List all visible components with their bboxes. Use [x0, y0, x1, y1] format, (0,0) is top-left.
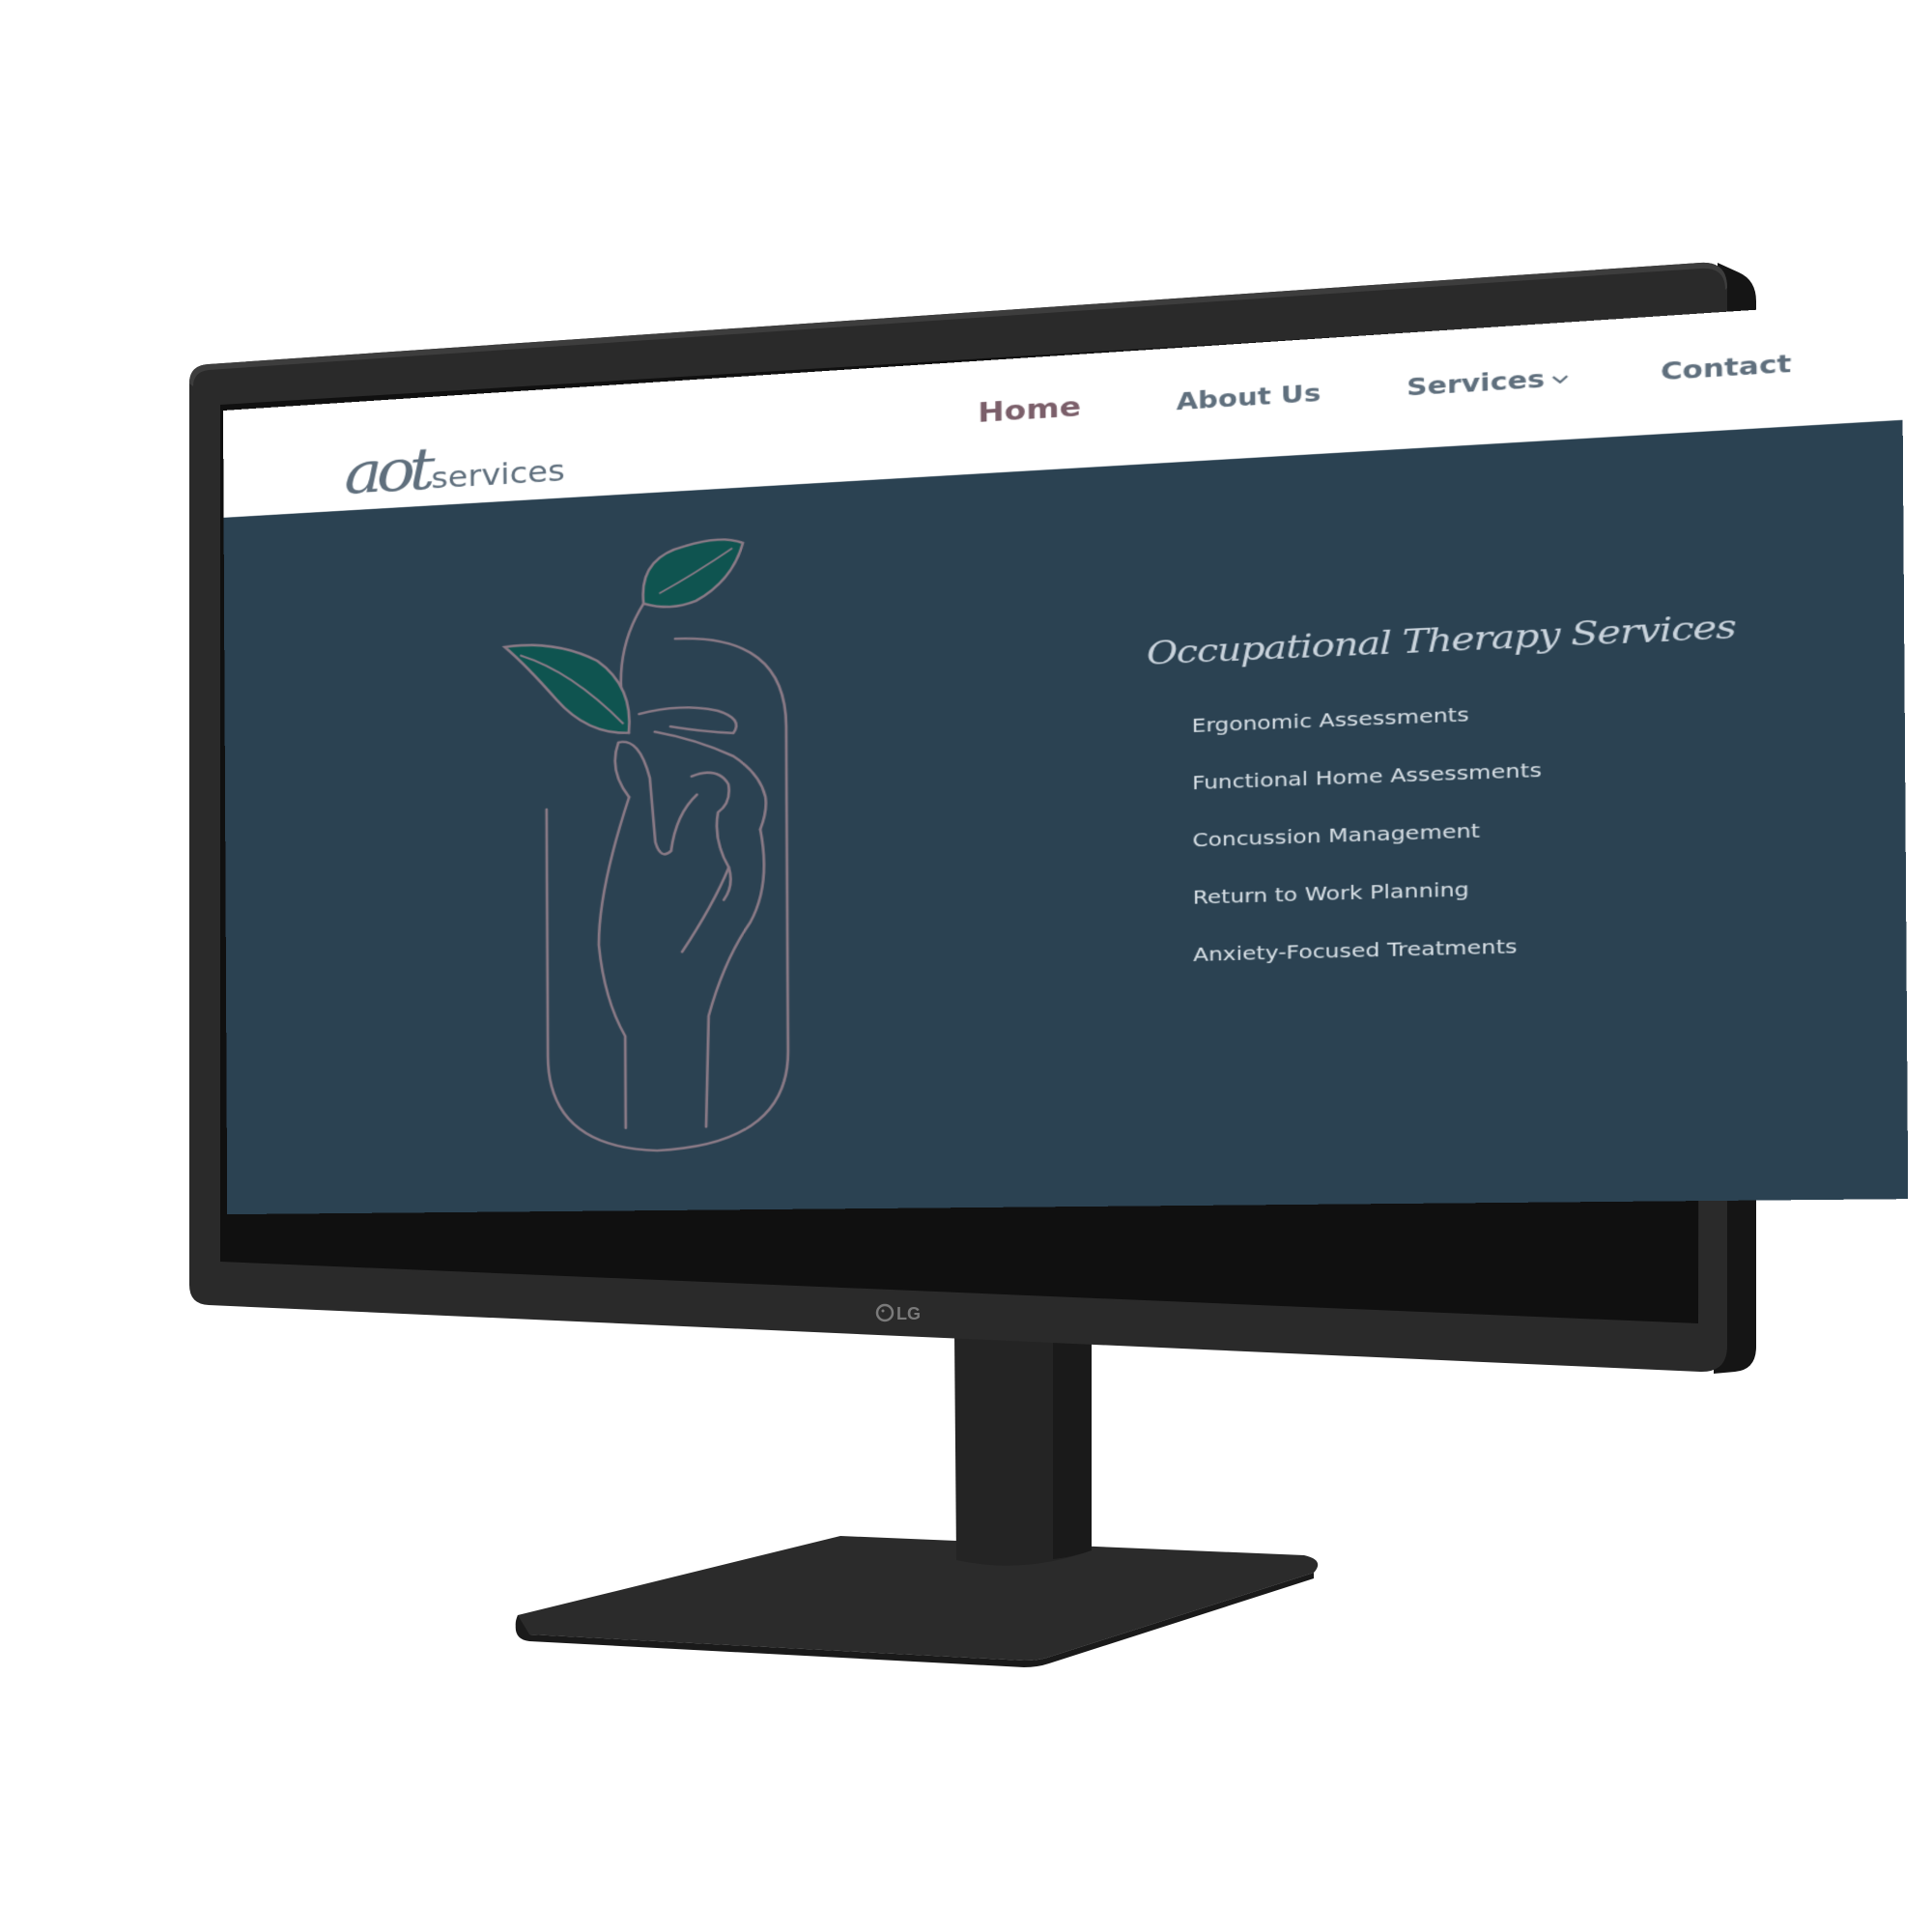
hand-outline	[615, 740, 671, 856]
hand-palm	[670, 793, 729, 952]
nav-about-link[interactable]: About Us	[1177, 379, 1321, 415]
monitor-mockup: LG aot services Home About Us Services C…	[0, 0, 1932, 1932]
service-item-concussion[interactable]: Concussion Management	[1192, 816, 1542, 886]
nav-services-label: Services	[1406, 364, 1546, 402]
monitor-brand-label: LG	[896, 1304, 921, 1323]
hero-title: Occupational Therapy Services	[1146, 607, 1736, 673]
monitor-stand-neck-shade	[1053, 1339, 1092, 1559]
hand-thumb	[692, 772, 731, 901]
nav-contact-link[interactable]: Contact	[1661, 349, 1791, 385]
leaf-left	[504, 640, 629, 738]
nav-services-dropdown[interactable]: Services	[1406, 363, 1571, 402]
hand-wrist-2	[704, 829, 765, 1126]
service-item-return-to-work[interactable]: Return to Work Planning	[1193, 875, 1543, 943]
hand-fingers-2	[655, 727, 766, 834]
hand-wrist	[598, 797, 631, 1128]
chevron-down-icon	[1549, 373, 1571, 385]
website-screen: aot services Home About Us Services Cont…	[223, 299, 1909, 1215]
service-list: Ergonomic Assessments Functional Home As…	[1192, 699, 1544, 1000]
service-item-anxiety[interactable]: Anxiety-Focused Treatments	[1193, 934, 1543, 1001]
nav-home-link[interactable]: Home	[978, 390, 1081, 429]
hand-holding-sprout-icon	[473, 526, 874, 1184]
